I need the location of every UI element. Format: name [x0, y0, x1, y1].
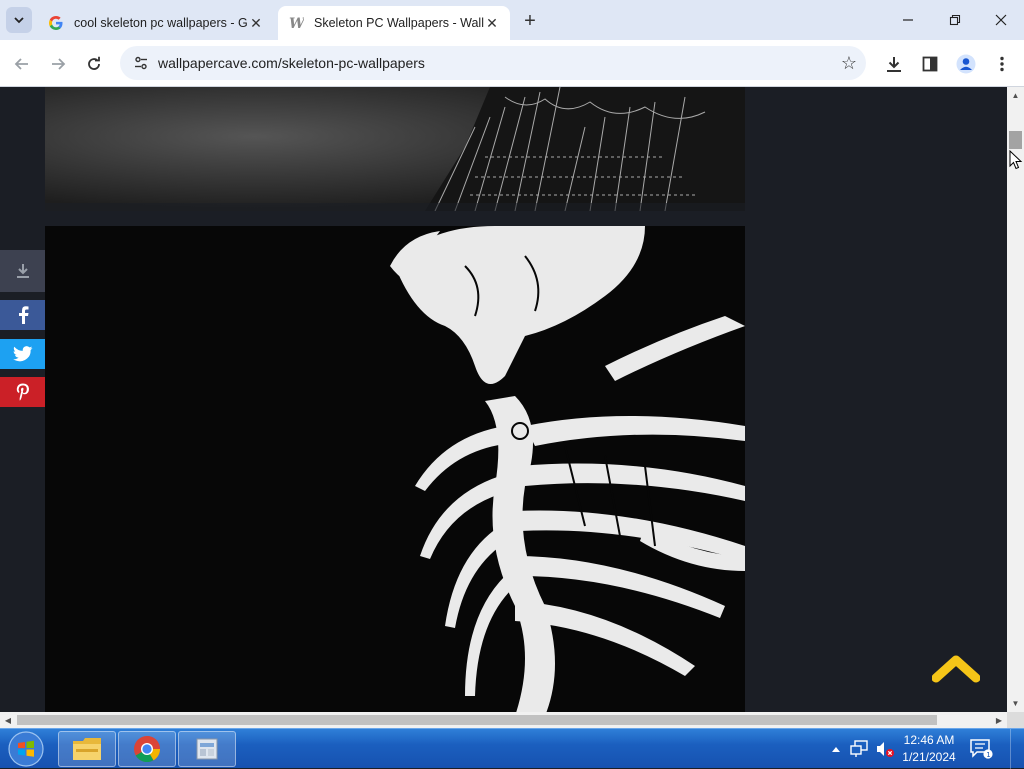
horizontal-scroll-thumb[interactable]	[17, 715, 937, 725]
taskbar-file-explorer[interactable]	[58, 731, 116, 767]
taskbar-control-panel[interactable]	[178, 731, 236, 767]
volume-tray-button[interactable]	[874, 729, 896, 769]
facebook-share-button[interactable]	[0, 300, 45, 330]
tab-wallpapercave[interactable]: W Skeleton PC Wallpapers - WallpaperCave…	[278, 6, 510, 40]
tray-arrow-up-icon	[832, 747, 840, 752]
network-icon	[850, 740, 868, 757]
tab-search-button[interactable]	[6, 7, 32, 33]
close-window-button[interactable]	[978, 0, 1024, 40]
twitter-share-button[interactable]	[0, 339, 45, 369]
scrollbar-corner	[1007, 712, 1024, 728]
google-g-icon	[48, 15, 64, 31]
close-tab-icon[interactable]: ✕	[484, 15, 500, 31]
wallpaper-thumbnail-gothic[interactable]	[45, 87, 745, 211]
restore-button[interactable]	[932, 0, 978, 40]
scroll-left-arrow-icon[interactable]: ◀	[0, 712, 16, 728]
chevron-down-icon	[14, 17, 24, 24]
clock-time: 12:46 AM	[903, 733, 955, 747]
scroll-to-top-button[interactable]	[931, 652, 981, 688]
scroll-down-arrow-icon[interactable]: ▼	[1007, 695, 1024, 712]
horizontal-scrollbar[interactable]: ◀ ▶	[0, 712, 1007, 728]
site-info-icon[interactable]	[126, 55, 156, 71]
profile-avatar-icon	[956, 54, 976, 74]
back-arrow-icon	[14, 58, 28, 70]
tab-title: Skeleton PC Wallpapers - WallpaperCave	[314, 16, 484, 30]
vertical-scroll-thumb[interactable]	[1009, 131, 1022, 149]
downloads-button[interactable]	[880, 50, 908, 78]
volume-muted-icon	[877, 742, 894, 757]
reload-button[interactable]	[80, 50, 108, 78]
control-panel-icon	[196, 738, 218, 760]
download-icon	[16, 264, 29, 278]
menu-button[interactable]	[988, 50, 1016, 78]
start-button[interactable]	[4, 730, 48, 768]
svg-text:W: W	[289, 16, 304, 31]
tab-title: cool skeleton pc wallpapers - Google Sea…	[74, 16, 248, 30]
url-text[interactable]: wallpapercave.com/skeleton-pc-wallpapers	[158, 55, 832, 71]
kebab-menu-icon	[1000, 56, 1004, 72]
new-tab-button[interactable]: +	[518, 9, 542, 33]
side-panel-icon	[922, 56, 938, 72]
download-icon	[887, 57, 901, 72]
mouse-cursor-icon	[1009, 150, 1023, 170]
scroll-right-arrow-icon[interactable]: ▶	[991, 712, 1007, 728]
minimize-button[interactable]	[885, 0, 931, 40]
forward-arrow-icon	[52, 58, 66, 70]
clock-date: 1/21/2024	[902, 750, 956, 764]
download-wallpaper-button[interactable]	[0, 250, 45, 292]
back-button[interactable]	[8, 50, 36, 78]
pinterest-icon	[16, 383, 29, 401]
close-icon	[995, 14, 1007, 26]
close-tab-icon[interactable]: ✕	[248, 15, 264, 31]
show-hidden-icons-button[interactable]	[828, 729, 844, 769]
system-clock[interactable]: 12:46 AM 1/21/2024	[898, 732, 960, 766]
address-bar[interactable]: wallpapercave.com/skeleton-pc-wallpapers…	[120, 46, 866, 80]
restore-icon	[949, 14, 961, 26]
pinterest-share-button[interactable]	[0, 377, 45, 407]
facebook-icon	[18, 306, 28, 324]
vertical-scrollbar[interactable]: ▲ ▼	[1007, 87, 1024, 712]
action-center-button[interactable]: 1	[968, 737, 994, 761]
taskbar-chrome[interactable]	[118, 731, 176, 767]
twitter-icon	[12, 346, 32, 362]
chevron-up-icon	[931, 655, 981, 683]
notification-icon: 1	[970, 739, 993, 759]
browser-toolbar: wallpapercave.com/skeleton-pc-wallpapers…	[0, 40, 1024, 87]
scroll-up-arrow-icon[interactable]: ▲	[1007, 87, 1024, 104]
file-explorer-icon	[73, 738, 101, 760]
wallpapercave-w-icon: W	[288, 15, 304, 31]
svg-text:1: 1	[986, 751, 990, 759]
wallpaper-thumbnail-skeleton[interactable]	[45, 226, 745, 712]
bookmark-star-icon[interactable]: ☆	[832, 53, 866, 74]
show-desktop-button[interactable]	[1010, 729, 1024, 769]
windows-taskbar: 12:46 AM 1/21/2024 1	[0, 728, 1024, 769]
network-tray-button[interactable]	[848, 729, 872, 769]
windows-start-orb-icon	[8, 731, 44, 767]
forward-button[interactable]	[44, 50, 72, 78]
side-panel-button[interactable]	[916, 50, 944, 78]
reload-icon	[88, 56, 100, 70]
chrome-icon	[134, 736, 161, 763]
tab-strip: cool skeleton pc wallpapers - Google Sea…	[0, 0, 1024, 40]
page-viewport	[0, 87, 1007, 712]
minimize-icon	[903, 19, 913, 21]
tab-google-search[interactable]: cool skeleton pc wallpapers - Google Sea…	[38, 6, 274, 40]
profile-button[interactable]	[952, 50, 980, 78]
